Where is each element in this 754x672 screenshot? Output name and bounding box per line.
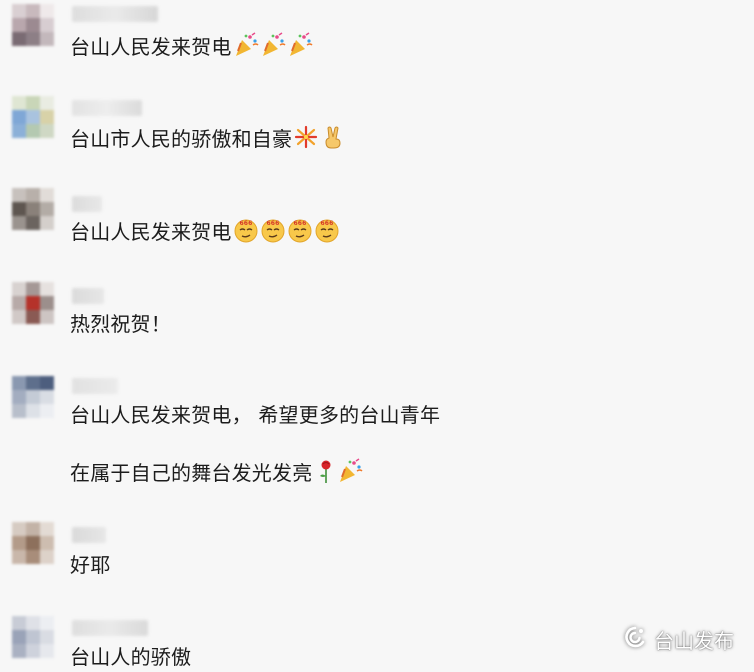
- username-blurred: [72, 196, 102, 212]
- party-popper-icon: [260, 32, 286, 64]
- avatar[interactable]: [12, 616, 54, 658]
- avatar[interactable]: [12, 522, 54, 564]
- username-blurred: [72, 378, 118, 394]
- avatar[interactable]: [12, 376, 54, 418]
- 666-face-icon: 666: [260, 217, 286, 249]
- comment-text: 台山市人民的骄傲和自豪: [70, 124, 346, 156]
- username-blurred: [72, 100, 142, 116]
- rose-icon: [316, 458, 336, 490]
- party-popper-icon: [287, 32, 313, 64]
- svg-text:666: 666: [266, 220, 279, 227]
- 666-face-icon: 666: [314, 217, 340, 249]
- avatar[interactable]: [12, 282, 54, 324]
- comment-text: 台山人民发来贺电 666 666 666 666: [70, 217, 340, 249]
- comment-text-line-2: 在属于自己的舞台发光发亮: [70, 458, 363, 490]
- comment-text: 台山人的骄傲: [70, 645, 192, 669]
- party-popper-icon: [337, 458, 363, 490]
- watermark-label: 台山发布: [654, 629, 734, 653]
- username-blurred: [72, 6, 158, 22]
- svg-text:666: 666: [293, 220, 306, 227]
- avatar[interactable]: [12, 96, 54, 138]
- 666-face-icon: 666: [233, 217, 259, 249]
- wechat-official-account-icon: [622, 625, 648, 654]
- 666-face-icon: 666: [287, 217, 313, 249]
- svg-text:666: 666: [320, 220, 333, 227]
- comment-text: 台山人民发来贺电， 希望更多的台山青年: [70, 403, 441, 427]
- fireworks-icon: [293, 124, 319, 156]
- party-popper-icon: [233, 32, 259, 64]
- avatar[interactable]: [12, 188, 54, 230]
- username-blurred: [72, 527, 106, 543]
- comment-text: 好耶: [70, 553, 111, 577]
- username-blurred: [72, 620, 148, 636]
- victory-hand-icon: [320, 124, 346, 156]
- avatar[interactable]: [12, 4, 54, 46]
- comment-text: 台山人民发来贺电: [70, 32, 313, 64]
- username-blurred: [72, 288, 104, 304]
- watermark: 台山发布: [622, 625, 734, 654]
- comment-text: 热烈祝贺！: [70, 312, 171, 336]
- svg-text:666: 666: [239, 220, 252, 227]
